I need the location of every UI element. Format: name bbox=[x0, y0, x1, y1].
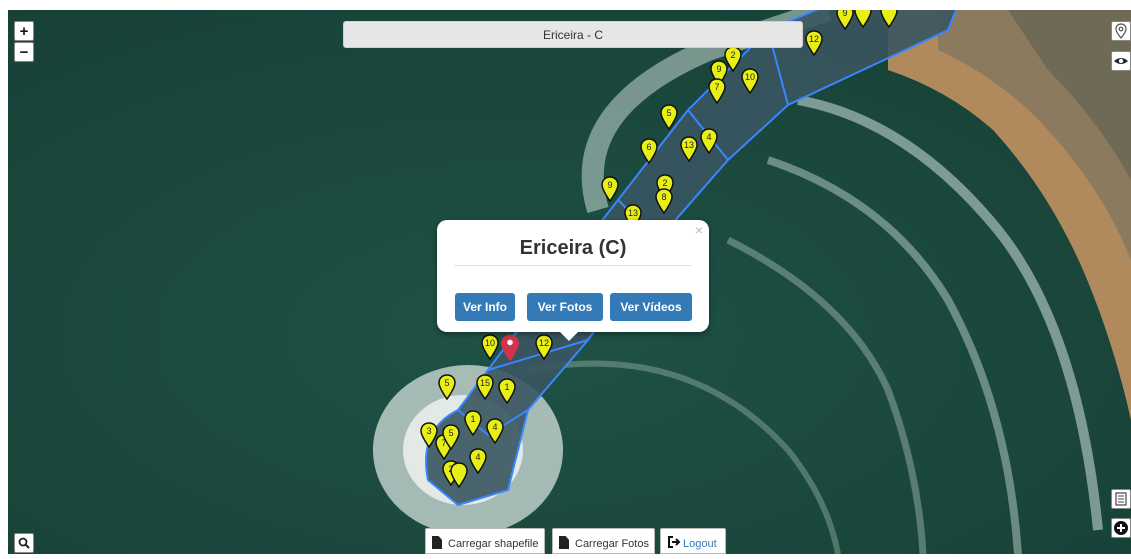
map-marker[interactable]: 1 bbox=[498, 378, 516, 405]
map-marker-label: 9 bbox=[607, 180, 613, 190]
location-button[interactable] bbox=[1111, 21, 1131, 41]
layers-list-button[interactable] bbox=[1111, 489, 1131, 509]
map-marker[interactable]: 10 bbox=[741, 68, 759, 95]
map-marker[interactable]: 12 bbox=[805, 30, 823, 57]
map-marker[interactable] bbox=[854, 10, 872, 29]
add-layer-button[interactable] bbox=[1111, 518, 1131, 538]
search-button[interactable] bbox=[14, 533, 34, 553]
map-marker-label: 7 bbox=[714, 82, 720, 92]
map-marker-label: 2 bbox=[730, 50, 736, 60]
zoom-in-button[interactable]: + bbox=[14, 21, 34, 41]
upload-photos-label: Carregar Fotos bbox=[575, 538, 649, 550]
logout-button[interactable]: Logout bbox=[660, 528, 726, 554]
map-marker[interactable]: 13 bbox=[680, 136, 698, 163]
map-marker-label: 5 bbox=[444, 378, 450, 388]
search-icon bbox=[18, 537, 30, 549]
map-marker-label: 13 bbox=[627, 208, 638, 218]
map-marker[interactable]: 1 bbox=[464, 410, 482, 437]
map-marker[interactable] bbox=[880, 10, 898, 29]
map-marker[interactable]: 4 bbox=[700, 128, 718, 155]
map-marker-label: 1 bbox=[470, 414, 476, 424]
map-marker[interactable]: 5 bbox=[660, 104, 678, 131]
eye-icon bbox=[1114, 58, 1128, 64]
map-marker[interactable]: 5 bbox=[438, 374, 456, 401]
map-marker[interactable]: 15 bbox=[476, 374, 494, 401]
popup-divider bbox=[454, 265, 692, 266]
map-marker-label: 4 bbox=[475, 452, 481, 462]
ver-videos-button[interactable]: Ver Vídeos bbox=[610, 293, 692, 321]
popup-title: Ericeira (C) bbox=[519, 237, 627, 259]
file-icon bbox=[432, 536, 442, 549]
map-marker[interactable]: 5 bbox=[442, 424, 460, 451]
map-marker[interactable]: 12 bbox=[535, 334, 553, 361]
selected-marker[interactable] bbox=[500, 333, 519, 362]
map-marker-label: 2 bbox=[662, 178, 668, 188]
list-icon bbox=[1115, 492, 1127, 506]
plus-circle-icon bbox=[1114, 521, 1128, 535]
map-marker-label: 1 bbox=[504, 382, 510, 392]
map-marker-label: 9 bbox=[716, 64, 722, 74]
map-marker-label: 4 bbox=[492, 422, 498, 432]
map-marker-label: 9 bbox=[842, 10, 848, 18]
zoom-out-button[interactable]: − bbox=[14, 42, 34, 62]
logout-label: Logout bbox=[683, 538, 717, 550]
close-icon[interactable]: × bbox=[695, 222, 703, 238]
map-marker[interactable]: 7 bbox=[708, 78, 726, 105]
map-marker[interactable]: 4 bbox=[469, 448, 487, 475]
map-pin-icon bbox=[1115, 23, 1127, 39]
map-marker-label: 10 bbox=[744, 72, 755, 82]
visibility-button[interactable] bbox=[1111, 51, 1131, 71]
map-marker-label: 10 bbox=[484, 338, 495, 348]
map-marker[interactable]: 9 bbox=[601, 176, 619, 203]
map-marker-label: 6 bbox=[646, 142, 652, 152]
map-title-bar: Ericeira - C bbox=[343, 21, 803, 48]
file-icon bbox=[559, 536, 569, 549]
map-marker-label: 5 bbox=[666, 108, 672, 118]
map-pin-icon bbox=[450, 462, 468, 489]
map-marker-label: 13 bbox=[683, 140, 694, 150]
upload-shapefile-label: Carregar shapefile bbox=[448, 538, 539, 550]
ver-info-button[interactable]: Ver Info bbox=[455, 293, 515, 321]
map-marker[interactable] bbox=[450, 462, 468, 489]
map-marker[interactable]: 10 bbox=[481, 334, 499, 361]
logout-icon bbox=[668, 536, 681, 548]
map-marker-label: 4 bbox=[706, 132, 712, 142]
map-marker[interactable]: 8 bbox=[655, 188, 673, 215]
map-marker[interactable]: 4 bbox=[486, 418, 504, 445]
upload-photos-button[interactable]: Carregar Fotos bbox=[552, 528, 655, 554]
map-marker-label: 12 bbox=[808, 34, 819, 44]
selected-pin-icon bbox=[501, 334, 519, 362]
map-pin-icon bbox=[880, 10, 898, 29]
map-marker-label: 12 bbox=[538, 338, 549, 348]
map-pin-icon bbox=[854, 10, 872, 29]
ver-fotos-button[interactable]: Ver Fotos bbox=[527, 293, 603, 321]
map-marker-label: 8 bbox=[661, 192, 667, 202]
map-marker-label: 5 bbox=[448, 428, 454, 438]
map-marker[interactable]: 6 bbox=[640, 138, 658, 165]
upload-shapefile-button[interactable]: Carregar shapefile bbox=[425, 528, 545, 554]
satellite-map[interactable]: 297101256134928131012515114375429 Ericei… bbox=[8, 10, 1131, 554]
map-marker-label: 15 bbox=[479, 378, 490, 388]
map-marker[interactable]: 9 bbox=[836, 10, 854, 31]
ericeira-popup: × Ericeira (C) Ver Info Ver Fotos Ver Ví… bbox=[437, 220, 709, 341]
